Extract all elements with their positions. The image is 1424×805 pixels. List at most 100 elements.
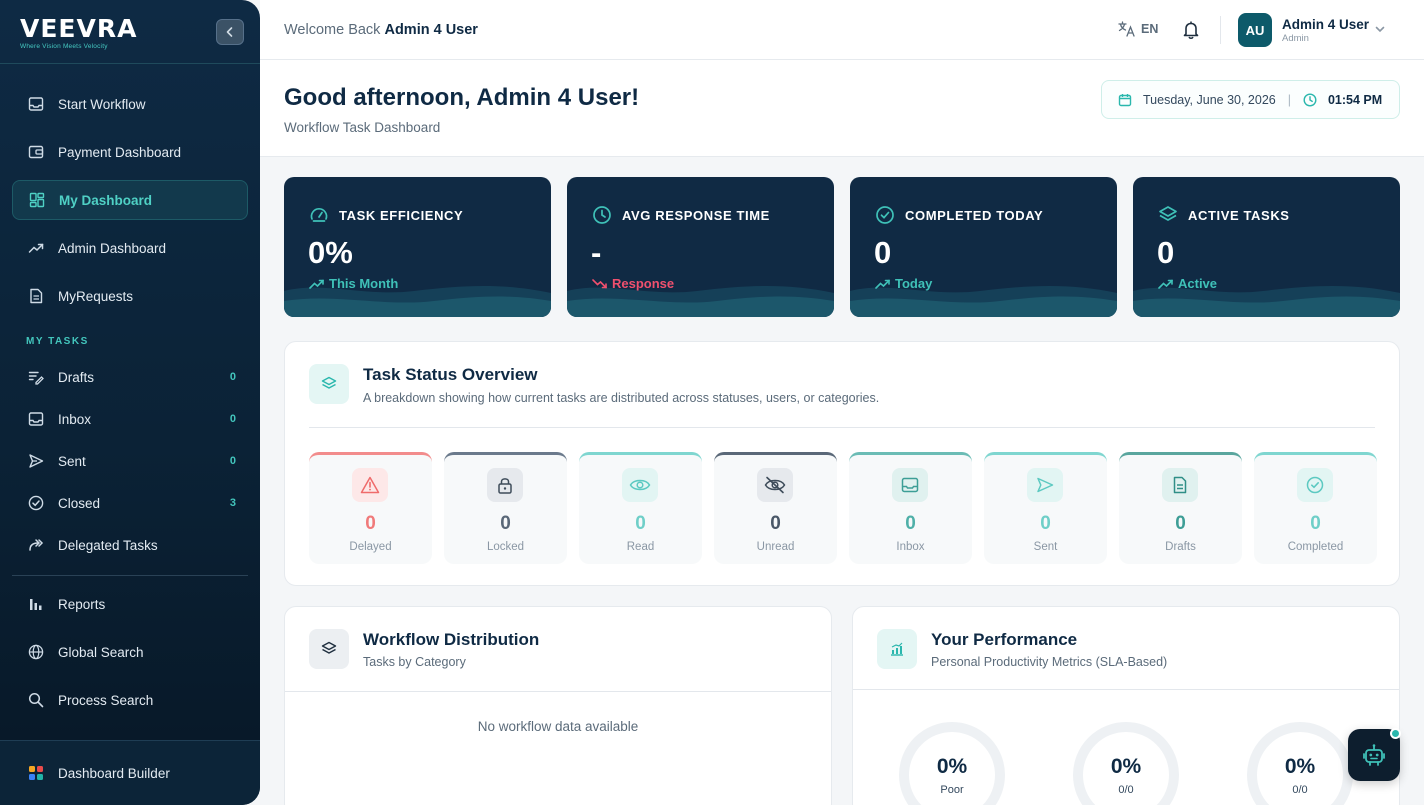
sidebar-item-label: My Dashboard: [59, 192, 153, 208]
trending-up-icon: [309, 278, 325, 290]
stat-card-active-tasks[interactable]: ACTIVE TASKS 0 Active: [1133, 177, 1400, 317]
language-switcher[interactable]: EN: [1118, 21, 1158, 37]
brand-name: VEEVRA: [20, 14, 138, 43]
stat-trend: Active: [1178, 276, 1218, 291]
notifications-button[interactable]: [1182, 20, 1200, 45]
status-count: 0: [905, 513, 916, 534]
sidebar-item-label: MyRequests: [58, 288, 134, 304]
stat-trend: This Month: [329, 276, 399, 291]
layers-icon: [309, 364, 349, 404]
sidebar-item-inbox[interactable]: Inbox 0: [12, 399, 248, 439]
status-count: 0: [365, 513, 376, 534]
dashboard-grid-icon: [29, 192, 45, 208]
panel-title: Task Status Overview: [363, 365, 538, 384]
chevron-down-icon: [1375, 26, 1385, 33]
bar-chart-icon: [28, 596, 44, 612]
gauge-value: 0%: [1110, 755, 1142, 778]
date-time-display: Tuesday, June 30, 2026 | 01:54 PM: [1101, 80, 1400, 119]
sidebar-item-label: Sent: [58, 453, 86, 469]
sidebar-item-label: Payment Dashboard: [58, 144, 182, 160]
sidebar-item-label: Delegated Tasks: [58, 537, 158, 553]
stat-card-avg-response-time[interactable]: AVG RESPONSE TIME - Response: [567, 177, 834, 317]
current-time: 01:54 PM: [1327, 92, 1383, 107]
sidebar-item-label: Inbox: [58, 411, 92, 427]
calendar-icon: [1118, 93, 1132, 106]
check-circle-icon: [1297, 468, 1333, 502]
status-label: Read: [626, 541, 655, 553]
page-subtitle: Workflow Task Dashboard: [284, 120, 441, 135]
sidebar-item-delegated-tasks[interactable]: Delegated Tasks: [12, 525, 248, 565]
status-card-locked[interactable]: 0 Locked: [444, 452, 567, 564]
status-card-sent[interactable]: 0 Sent: [984, 452, 1107, 564]
sidebar-item-reports[interactable]: Reports: [12, 584, 248, 624]
search-icon: [28, 692, 44, 708]
sidebar-item-my-dashboard[interactable]: My Dashboard: [12, 180, 248, 220]
avatar[interactable]: AU: [1238, 13, 1272, 47]
stat-value: -: [591, 235, 602, 270]
sidebar-item-admin-dashboard[interactable]: Admin Dashboard: [12, 228, 248, 268]
document-icon: [28, 288, 44, 304]
header-divider: [1220, 16, 1221, 44]
check-circle-icon: [28, 495, 44, 511]
sidebar-collapse-button[interactable]: [216, 19, 244, 45]
sidebar-item-label: Global Search: [58, 644, 144, 660]
send-icon: [28, 453, 44, 469]
sidebar-item-global-search[interactable]: Global Search: [12, 632, 248, 672]
status-count: 0: [635, 513, 646, 534]
warning-icon: [352, 468, 388, 502]
status-card-drafts[interactable]: 0 Drafts: [1119, 452, 1242, 564]
sidebar-item-my-requests[interactable]: MyRequests: [12, 276, 248, 316]
analytics-icon: [877, 629, 917, 669]
welcome-text: Welcome Back Admin 4 User: [284, 22, 478, 38]
sidebar-item-start-workflow[interactable]: Start Workflow: [12, 84, 248, 124]
sidebar-item-closed[interactable]: Closed 3: [12, 483, 248, 523]
panel-title: Workflow Distribution: [363, 630, 540, 649]
sidebar-item-sent[interactable]: Sent 0: [12, 441, 248, 481]
welcome-user: Admin 4 User: [384, 22, 478, 38]
trending-down-icon: [592, 278, 608, 290]
eye-icon: [622, 468, 658, 502]
status-card-completed[interactable]: 0 Completed: [1254, 452, 1377, 564]
stat-label: ACTIVE TASKS: [1188, 207, 1290, 223]
status-card-read[interactable]: 0 Read: [579, 452, 702, 564]
stat-card-task-efficiency[interactable]: TASK EFFICIENCY 0% This Month: [284, 177, 551, 317]
builder-grid-icon: [28, 765, 44, 781]
panel-divider: [853, 689, 1399, 690]
sidebar-item-payment-dashboard[interactable]: Payment Dashboard: [12, 132, 248, 172]
panel-divider: [309, 427, 1375, 428]
status-count: 0: [1175, 513, 1186, 534]
stat-label: AVG RESPONSE TIME: [622, 207, 770, 223]
bell-icon: [1183, 21, 1199, 39]
status-card-unread[interactable]: 0 Unread: [714, 452, 837, 564]
sidebar-item-label: Admin Dashboard: [58, 240, 167, 256]
edit-lines-icon: [28, 369, 44, 385]
layers-icon: [309, 629, 349, 669]
user-role: Admin: [1282, 33, 1309, 44]
status-card-inbox[interactable]: 0 Inbox: [849, 452, 972, 564]
user-menu-toggle[interactable]: [1374, 22, 1386, 40]
sidebar-item-dashboard-builder[interactable]: Dashboard Builder: [12, 753, 248, 793]
stat-label: COMPLETED TODAY: [905, 207, 1044, 223]
status-card-delayed[interactable]: 0 Delayed: [309, 452, 432, 564]
sidebar-item-process-search[interactable]: Process Search: [12, 680, 248, 720]
inbox-tray-icon: [28, 96, 44, 112]
status-count: 0: [770, 513, 781, 534]
gauge-value: 0%: [1284, 755, 1316, 778]
sidebar-item-label: Start Workflow: [58, 96, 146, 112]
status-count: 0: [1310, 513, 1321, 534]
user-name[interactable]: Admin 4 User: [1282, 17, 1369, 32]
sidebar-item-drafts[interactable]: Drafts 0: [12, 357, 248, 397]
task-status-overview-panel: Task Status Overview A breakdown showing…: [284, 341, 1400, 586]
trending-up-icon: [28, 240, 44, 256]
layers-icon: [1158, 205, 1178, 225]
speedometer-icon: [309, 205, 329, 225]
robot-icon: [1363, 744, 1385, 766]
count-badge: 0: [229, 455, 236, 467]
stat-value: 0: [1157, 235, 1175, 270]
inbox-tray-icon: [892, 468, 928, 502]
section-label-my-tasks: MY TASKS: [26, 336, 89, 347]
sidebar: VEEVRA Where Vision Meets Velocity Start…: [0, 0, 260, 805]
stat-card-completed-today[interactable]: COMPLETED TODAY 0 Today: [850, 177, 1117, 317]
gauge-label: Poor: [940, 784, 964, 796]
brand-logo[interactable]: VEEVRA Where Vision Meets Velocity: [20, 14, 137, 50]
